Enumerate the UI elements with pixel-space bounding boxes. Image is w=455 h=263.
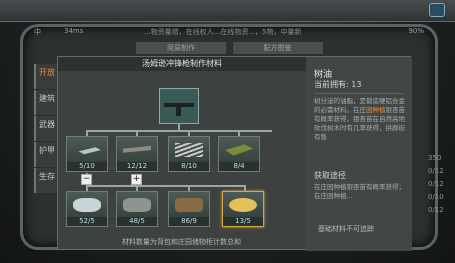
material-slot[interactable]: 86/9 [168,191,210,227]
material-count: 13/5 [223,217,263,226]
source-label: 获取途径 [314,171,346,180]
material-slot[interactable]: 48/5 [116,191,158,227]
count-text: 0/12 [428,206,444,214]
tab-recipe-book[interactable]: 配方图鉴 [232,42,323,54]
battery-text: 90% [408,27,424,35]
untrackable-note: 基础材料不可追踪 [318,225,374,233]
thompson-smg-icon [159,88,199,124]
top-bar [0,0,455,22]
ore-icon [73,198,101,212]
desc-highlight: 园种植 [366,106,386,114]
count-text: 0/12 [428,167,444,175]
count-text: 0/12 [428,180,444,188]
menu-item-survival[interactable]: 生存 [34,168,58,193]
material-description: 树分泌的油脂，是锻造硬铝合金的必需材料。在庄园种植银杏苗有概率获得，银杏苗在自然… [314,97,406,142]
resin-icon [229,198,257,212]
background-tabs: 简易制作 配方图鉴 [136,42,327,54]
menu-item-weapons[interactable]: 武器 [34,116,58,141]
material-slot-selected[interactable]: 13/5 [222,191,264,227]
materials-footnote: 材料数量为背包和庄园储物柜计数总和 [122,238,241,246]
material-count: 52/5 [67,217,107,226]
exit-button[interactable] [429,3,445,17]
bullet-box-icon [225,144,253,156]
divider [314,93,404,94]
count-text: 0/10 [428,193,444,201]
signal-indicator: 中 [34,28,41,36]
expand-button[interactable]: + [131,174,142,185]
material-info-panel: 树油 当前拥有: 13 树分泌的油脂，是锻造硬铝合金的必需材料。在庄园种植银杏苗… [306,57,412,251]
rods-icon [175,143,203,157]
material-slot[interactable]: 8/10 [168,136,210,172]
material-tree: 5/10 12/12 8/10 8/4 − + 52/5 48/5 86/9 1… [58,71,306,251]
material-slot[interactable]: 8/4 [218,136,260,172]
material-slot[interactable]: 5/10 [66,136,108,172]
material-slot[interactable]: 52/5 [66,191,108,227]
metal-ingot-icon [78,147,101,155]
material-slot[interactable]: 12/12 [116,136,158,172]
material-count: 12/12 [117,162,157,171]
menu-item-building[interactable]: 建筑 [34,90,58,115]
dialog-title: 汤姆逊冲锋枪制作材料 [58,57,306,71]
material-count: 8/10 [169,162,209,171]
material-count: 8/4 [219,162,259,171]
collapse-button[interactable]: − [81,174,92,185]
status-bar: 中 34ms ...物资量增，在线权人...在线物资...，5物，中量新 90% [34,27,424,39]
news-ticker: ...物资量增，在线权人...在线物资...，5物，中量新 [144,28,302,36]
category-menu: 开放 建筑 武器 护甲 生存 [34,64,58,194]
pipe-icon [123,145,151,153]
menu-item-open[interactable]: 开放 [34,64,58,89]
material-count: 48/5 [117,217,157,226]
stone-icon [123,198,151,212]
material-count: 86/9 [169,217,209,226]
source-description: 在庄园种植银杏苗有概率获得；在庄园种植... [314,183,405,200]
log-icon [175,198,203,212]
menu-item-armor[interactable]: 护甲 [34,142,58,167]
material-count: 5/10 [67,162,107,171]
count-text: 350 [428,154,442,162]
tab-simple-craft[interactable]: 简易制作 [136,42,226,54]
ping-text: 34ms [64,27,84,35]
background-counts: 350 0/12 0/12 0/10 0/12 [428,154,444,219]
materials-dialog: 汤姆逊冲锋枪制作材料 5/10 12/12 8/10 8/4 − + 52/5 … [57,56,412,251]
device-frame: 中 34ms ...物资量增，在线权人...在线物资...，5物，中量新 90%… [0,0,455,263]
owned-count: 当前拥有: 13 [314,80,362,89]
